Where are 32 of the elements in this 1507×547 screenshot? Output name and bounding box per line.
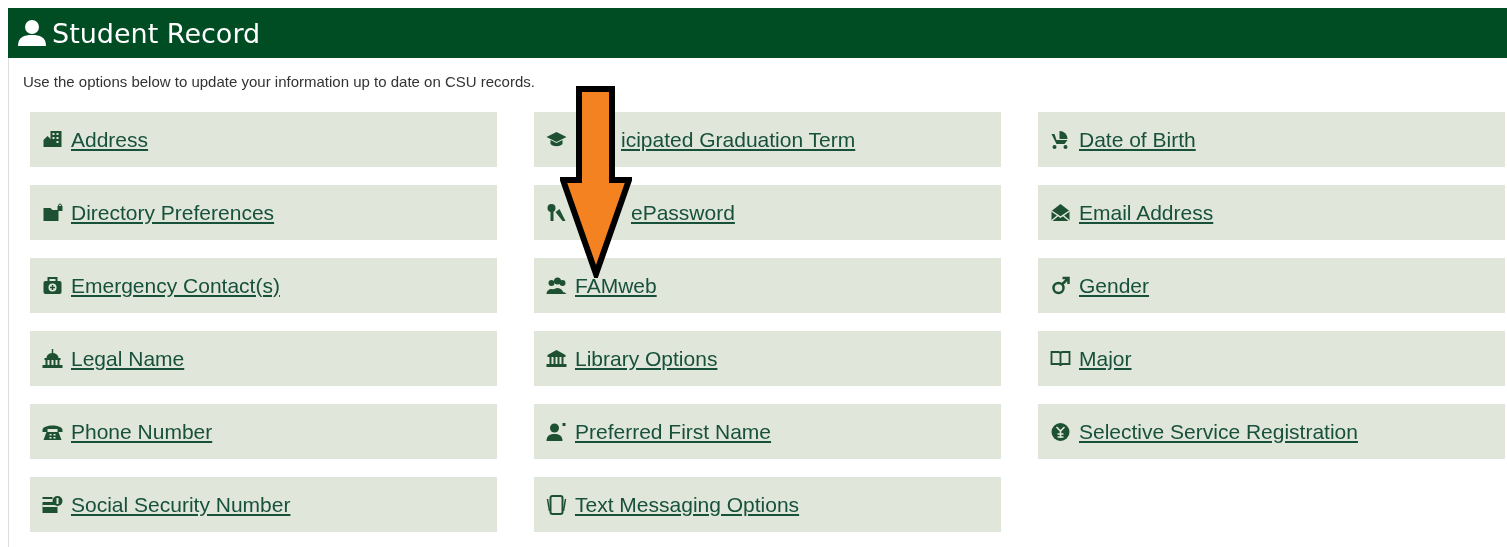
option-link[interactable]: Library Options [575,346,718,371]
option-link[interactable]: icipated Graduation Term [621,127,856,152]
option-link[interactable]: Emergency Contact(s) [71,273,280,298]
page-title: Student Record [52,17,261,49]
person-icon [546,421,567,442]
option-link[interactable]: ePassword [631,200,735,225]
bank-building-icon [546,348,567,369]
option-link[interactable]: Text Messaging Options [575,492,800,517]
person-icon [18,20,46,46]
option-link[interactable]: FAMweb [575,273,657,298]
open-envelope-icon [1050,202,1071,223]
buildings-icon [42,129,63,150]
male-symbol-icon [1050,275,1071,296]
option-link[interactable]: Directory Preferences [71,200,275,225]
people-group-icon [546,275,567,296]
option-link[interactable]: Preferred First Name [575,419,772,444]
option-link[interactable]: Phone Number [71,419,213,444]
option-link[interactable]: Social Security Number [71,492,291,517]
option-link[interactable]: Address [71,127,149,152]
folder-lock-icon [42,202,63,223]
option-link[interactable]: Selective Service Registration [1079,419,1358,444]
option-link[interactable]: Legal Name [71,346,185,371]
medical-bag-icon [42,275,63,296]
intro-text: Use the options below to update your information up to date on CSU records. [23,73,536,90]
option-link[interactable]: Major [1079,346,1132,371]
option-link[interactable]: Gender [1079,273,1150,298]
option-link[interactable]: Email Address [1079,200,1214,225]
capitol-building-icon [42,348,63,369]
phone-vibrate-icon [546,494,567,515]
open-book-icon [1050,348,1071,369]
option-link[interactable]: Date of Birth [1079,127,1196,152]
card-money-icon [42,494,63,515]
